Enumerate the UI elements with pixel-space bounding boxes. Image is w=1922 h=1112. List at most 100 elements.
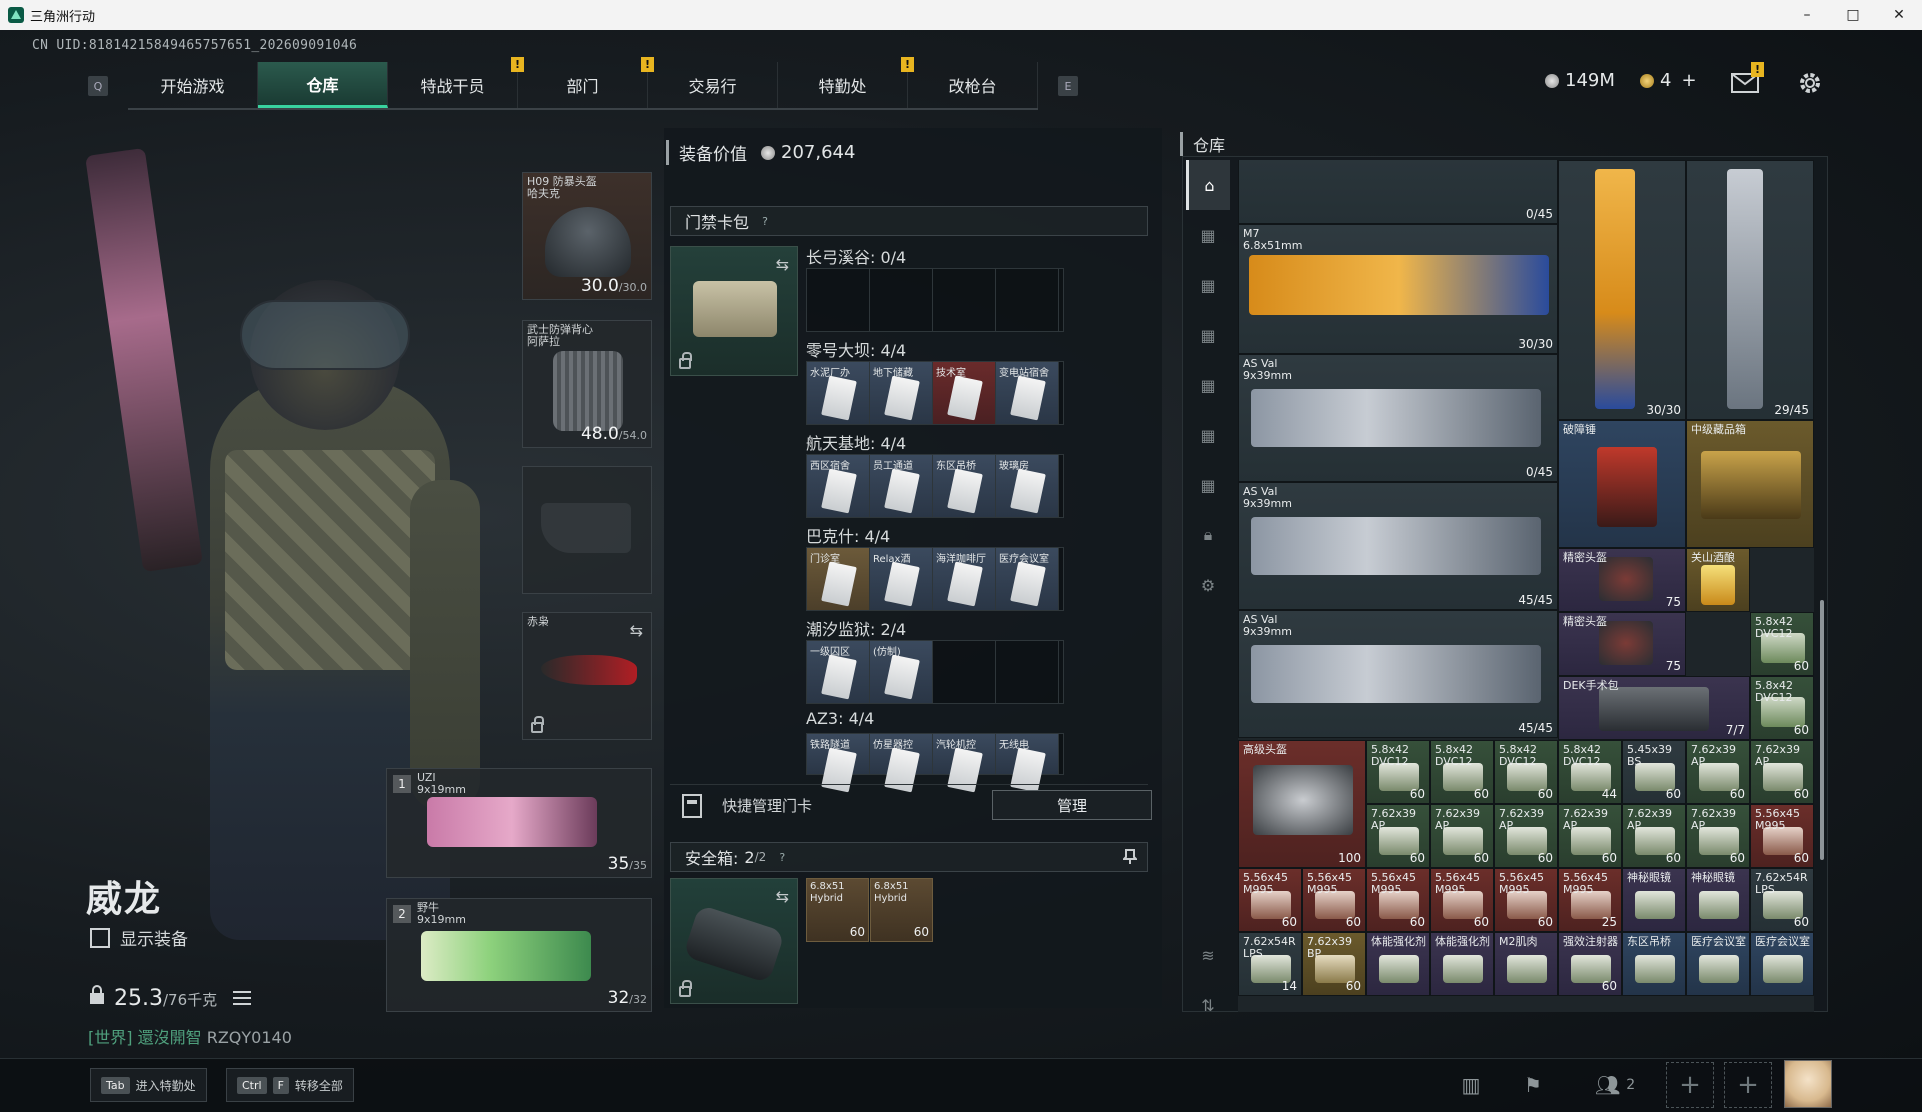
pin-icon[interactable] <box>1123 849 1137 865</box>
storage-item[interactable]: 30/30 <box>1558 160 1686 420</box>
storage-item[interactable]: AS Val 9x39mm 45/45 <box>1238 482 1558 610</box>
storage-item[interactable]: DEK手术包 7/7 <box>1558 676 1750 740</box>
storage-item[interactable]: 7.62x54R LPS 14 <box>1238 932 1302 996</box>
storage-item[interactable]: 7.62x39 BP 60 <box>1302 932 1366 996</box>
storage-item[interactable]: M2肌肉 <box>1494 932 1558 996</box>
storage-item[interactable]: 5.8x42 DVC12 44 <box>1558 740 1622 804</box>
keycard-item[interactable]: 员工通道 <box>870 455 933 517</box>
armor-slot[interactable]: 武士防弹背心 阿萨拉 48.0/54.0 <box>522 320 652 448</box>
storage-tab-6[interactable]: ▦ <box>1186 460 1230 510</box>
tab-department[interactable]: 部门! <box>518 57 654 108</box>
storage-item[interactable]: 7.62x39 AP 60 <box>1558 804 1622 868</box>
storage-tab-2[interactable]: ▦ <box>1186 260 1230 310</box>
checkbox[interactable] <box>90 927 110 948</box>
storage-sort-button[interactable]: ⇅ <box>1186 980 1230 1030</box>
storage-item[interactable]: 5.56x45 M995 60 <box>1238 868 1302 932</box>
hint-transfer-all[interactable]: Ctrl F 转移全部 <box>226 1068 354 1102</box>
storage-item[interactable]: 7.62x39 AP 60 <box>1686 740 1750 804</box>
storage-item[interactable]: 5.56x45 M995 60 <box>1494 868 1558 932</box>
storage-item[interactable]: 神秘眼镜 <box>1622 868 1686 932</box>
keycard-empty-slot[interactable] <box>996 641 1059 703</box>
storage-item[interactable]: 5.8x42 DVC12 60 <box>1430 740 1494 804</box>
keycard-item[interactable]: 铁路隧道 <box>807 734 870 793</box>
manage-button[interactable]: 管理 <box>992 790 1152 820</box>
keycard-item[interactable]: 玻璃房 <box>996 455 1059 517</box>
storage-item[interactable]: 5.56x45 M995 60 <box>1430 868 1494 932</box>
storage-item[interactable]: 7.62x39 AP 60 <box>1750 740 1814 804</box>
storage-item[interactable]: 5.56x45 M995 60 <box>1750 804 1814 868</box>
keycard-item[interactable]: (仿制) <box>870 641 933 703</box>
storage-item[interactable]: 精密头盔 75 <box>1558 548 1686 612</box>
keycard-item[interactable]: 西区宿舍 <box>807 455 870 517</box>
swap-icon[interactable]: ⇆ <box>776 887 789 906</box>
storage-item[interactable]: 29/45 <box>1686 160 1814 420</box>
storage-item[interactable]: 5.8x42 DVC12 60 <box>1750 612 1814 676</box>
maximize-button[interactable]: □ <box>1830 0 1876 30</box>
add-ticket-button[interactable]: + <box>1681 70 1696 91</box>
storage-layers-button[interactable]: ≋ <box>1186 930 1230 980</box>
primary-weapon-slot[interactable]: 1 UZI 9x19mm 35/35 <box>386 768 652 878</box>
storage-item[interactable]: 7.62x39 AP 60 <box>1430 804 1494 868</box>
keycard-item[interactable]: 变电站宿舍 <box>996 362 1059 424</box>
keycard-item[interactable]: 医疗会议室 <box>996 548 1059 610</box>
help-icon[interactable]: ? <box>757 213 773 229</box>
keycard-item[interactable]: 东区吊桥 <box>933 455 996 517</box>
storage-tab-all[interactable]: ⌂ <box>1186 160 1230 210</box>
storage-tab-5[interactable]: ▦ <box>1186 410 1230 460</box>
storage-item[interactable]: M7 6.8x51mm 30/30 <box>1238 224 1558 354</box>
tab-trade[interactable]: 交易行 <box>648 62 778 108</box>
world-chat-line[interactable]: [世界] 還沒開智 RZQY0140 <box>88 1024 292 1048</box>
storage-item[interactable]: 7.62x39 AP 60 <box>1686 804 1750 868</box>
pistol-slot[interactable] <box>522 466 652 594</box>
flag-button[interactable]: ⚑ <box>1512 1066 1554 1104</box>
storage-item[interactable]: 关山酒酿 <box>1686 548 1750 612</box>
player-avatar[interactable] <box>1784 1060 1832 1108</box>
keycard-empty-slot[interactable] <box>933 641 996 703</box>
storage-tab-3[interactable]: ▦ <box>1186 310 1230 360</box>
keycard-item[interactable]: 水泥厂办 <box>807 362 870 424</box>
storage-item[interactable]: 神秘眼镜 <box>1686 868 1750 932</box>
secondary-weapon-slot[interactable]: 2 野牛 9x19mm 32/32 <box>386 898 652 1012</box>
keycard-empty-slot[interactable] <box>996 269 1059 331</box>
swap-icon[interactable]: ⇆ <box>630 621 643 640</box>
tab-gunsmith[interactable]: 改枪台 <box>908 62 1038 108</box>
storage-item[interactable]: 7.62x54R LPS 60 <box>1750 868 1814 932</box>
keycard-wallet-slot[interactable]: ⇆ <box>670 246 798 376</box>
storage-item[interactable]: 5.56x45 M995 25 <box>1558 868 1622 932</box>
keycard-item[interactable]: 海洋咖啡厅 <box>933 548 996 610</box>
coin-balance[interactable]: 149M <box>1545 70 1615 91</box>
tab-operators[interactable]: 特战干员! <box>388 57 524 108</box>
storage-item[interactable]: 5.56x45 M995 60 <box>1302 868 1366 932</box>
storage-item[interactable]: 7.62x39 AP 60 <box>1366 804 1430 868</box>
safebox-item[interactable]: 6.8x51 Hybrid 60 <box>806 878 869 942</box>
keycard-item[interactable]: 无线电 <box>996 734 1059 793</box>
melee-slot[interactable]: 赤枭 ⇆ <box>522 612 652 740</box>
squad-button[interactable]: 👥︎ 2 <box>1580 1066 1650 1104</box>
tab-warehouse[interactable]: 仓库 <box>258 62 388 108</box>
keycard-empty-slot[interactable] <box>870 269 933 331</box>
storage-tab-settings[interactable]: ⚙ <box>1186 560 1230 610</box>
add-teammate-slot[interactable]: + <box>1724 1062 1772 1108</box>
keycard-item[interactable]: 技术室 <box>933 362 996 424</box>
helmet-slot[interactable]: H09 防暴头盔 哈夫克 30.0/30.0 <box>522 172 652 300</box>
storage-item[interactable]: 中级藏品箱 <box>1686 420 1814 548</box>
storage-item[interactable]: 0/45 <box>1238 160 1558 224</box>
storage-scrollbar[interactable] <box>1820 600 1824 860</box>
keycard-item[interactable]: 门诊室 <box>807 548 870 610</box>
help-icon[interactable]: ? <box>774 849 790 865</box>
minimize-button[interactable]: – <box>1784 0 1830 30</box>
storage-item[interactable]: 5.45x39 BS 60 <box>1622 740 1686 804</box>
storage-item[interactable]: AS Val 9x39mm 45/45 <box>1238 610 1558 738</box>
settings-button[interactable] <box>1795 68 1825 98</box>
ticket-balance[interactable]: 4 + <box>1640 70 1697 91</box>
keycard-empty-slot[interactable] <box>933 269 996 331</box>
safebox-slot[interactable]: ⇆ <box>670 878 798 1004</box>
storage-tab-locked[interactable]: 🔒︎ <box>1186 510 1230 560</box>
hint-enter-special-ops[interactable]: Tab 进入特勤处 <box>90 1068 207 1102</box>
storage-item[interactable]: 5.8x42 DVC12 60 <box>1366 740 1430 804</box>
storage-item[interactable]: 体能强化剂 <box>1366 932 1430 996</box>
keycard-item[interactable]: 地下储藏 <box>870 362 933 424</box>
storage-item[interactable]: 7.62x39 AP 60 <box>1622 804 1686 868</box>
storage-item[interactable]: AS Val 9x39mm 0/45 <box>1238 354 1558 482</box>
storage-item[interactable]: 破障锤 <box>1558 420 1686 548</box>
